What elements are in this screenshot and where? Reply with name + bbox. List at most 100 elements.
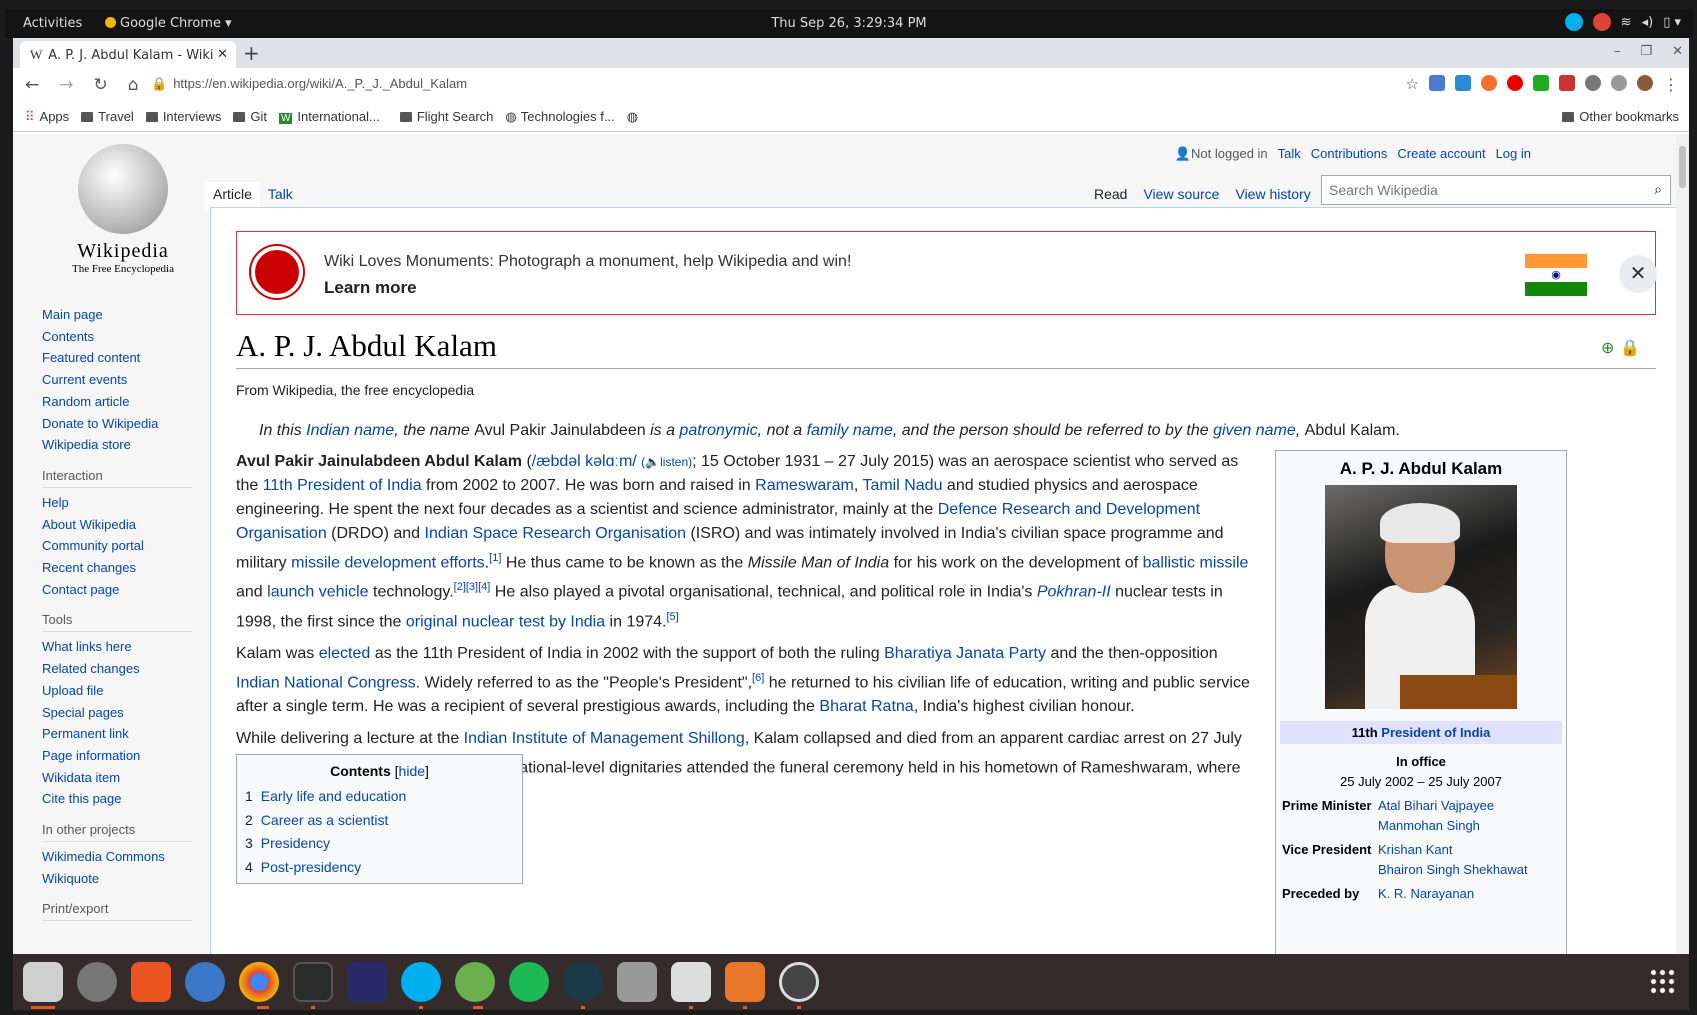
link[interactable]: Rameswaram (755, 477, 854, 494)
portrait-image[interactable] (1325, 485, 1517, 709)
contributions-link[interactable]: Contributions (1311, 146, 1388, 162)
person-link[interactable]: Krishan Kant (1378, 842, 1452, 857)
extension-icon[interactable] (1481, 75, 1497, 91)
extension-icon[interactable] (1611, 75, 1627, 91)
close-tab-icon[interactable]: ✕ (217, 47, 228, 62)
tab-read[interactable]: Read (1086, 182, 1135, 209)
toc-hide-link[interactable]: hide (399, 763, 425, 779)
nav-donate[interactable]: Donate to Wikipedia (42, 413, 212, 435)
link[interactable]: missile development efforts (291, 554, 485, 571)
nav-contents[interactable]: Contents (42, 326, 212, 348)
extension-icon[interactable] (1559, 75, 1575, 91)
link[interactable]: ballistic missile (1143, 554, 1249, 571)
nav-community-portal[interactable]: Community portal (42, 535, 212, 557)
link[interactable]: /æbdəl kəlɑːm/ (532, 453, 637, 470)
tab-view-source[interactable]: View source (1135, 182, 1227, 209)
link[interactable]: original nuclear test by India (406, 613, 605, 630)
send-icon[interactable] (509, 962, 549, 1002)
tool-related-changes[interactable]: Related changes (42, 658, 212, 680)
link[interactable]: Bharatiya Janata Party (884, 645, 1046, 662)
new-tab-button[interactable]: + (243, 41, 260, 65)
link[interactable]: Indian Institute of Management Shillong (464, 730, 745, 747)
link[interactable]: Defence Research and Development Organis… (236, 501, 1200, 542)
search-icon[interactable]: ⌕ (1654, 181, 1662, 198)
link[interactable]: 11th President of India (263, 477, 422, 494)
document-viewer-icon[interactable] (671, 962, 711, 1002)
extension-icon[interactable] (1533, 75, 1549, 91)
settings-tools-icon[interactable] (617, 962, 657, 1002)
scrollbar-thumb[interactable] (1679, 146, 1686, 188)
tool-page-information[interactable]: Page information (42, 745, 212, 767)
chrome-menu-icon[interactable]: ⋮ (1663, 75, 1679, 94)
bookmark-folder[interactable]: Interviews (145, 109, 221, 124)
tool-what-links-here[interactable]: What links here (42, 636, 212, 658)
toc-link[interactable]: Early life and education (261, 788, 407, 804)
link[interactable]: patronymic (679, 422, 757, 439)
terminal-icon[interactable] (293, 962, 333, 1002)
extension-icon[interactable] (1455, 75, 1471, 91)
link[interactable]: Indian name (306, 422, 394, 439)
person-link[interactable]: Bhairon Singh Shekhawat (1378, 862, 1528, 877)
link[interactable]: Tamil Nadu (862, 477, 942, 494)
link[interactable]: Indian Space Research Organisation (425, 525, 687, 542)
help-icon[interactable] (185, 962, 225, 1002)
bookmark-link[interactable]: W International... (278, 109, 380, 124)
nav-about[interactable]: About Wikipedia (42, 514, 212, 536)
bookmark-folder[interactable]: Flight Search (399, 109, 493, 124)
software-center-icon[interactable] (131, 962, 171, 1002)
chrome-dock-icon[interactable] (239, 962, 279, 1002)
search-input[interactable]: Search Wikipedia ⌕ (1321, 175, 1671, 205)
rhythmbox-icon[interactable] (77, 962, 117, 1002)
skype-tray-icon[interactable] (1564, 13, 1583, 31)
tab-talk[interactable]: Talk (259, 182, 301, 210)
chrome-tray-icon[interactable] (1592, 13, 1611, 31)
nav-contact[interactable]: Contact page (42, 579, 212, 601)
interaction-heading[interactable]: Interaction (42, 468, 192, 488)
clock[interactable]: Thu Sep 26, 3:29:34 PM (5, 16, 1693, 31)
toc-link[interactable]: Presidency (261, 835, 330, 851)
project-commons[interactable]: Wikimedia Commons (42, 846, 212, 868)
nav-random-article[interactable]: Random article (42, 391, 212, 413)
banner-learn-more[interactable]: Learn more (324, 278, 417, 298)
bookmark-link[interactable]: ◍ (627, 109, 638, 125)
gitkraken-icon[interactable] (563, 962, 603, 1002)
tool-permanent-link[interactable]: Permanent link (42, 723, 212, 745)
toc-item[interactable]: 2 Career as a scientist (245, 809, 514, 833)
tool-cite-page[interactable]: Cite this page (42, 788, 212, 810)
tool-special-pages[interactable]: Special pages (42, 702, 212, 724)
skype-dock-icon[interactable] (401, 962, 441, 1002)
projects-heading[interactable]: In other projects (42, 822, 192, 843)
bookmark-link[interactable]: ◍ Technologies f... (505, 109, 614, 125)
url-bar[interactable]: 🔒 https://en.wikipedia.org/wiki/A._P._J._… (143, 73, 1353, 97)
lock-icon[interactable]: 🔒 (1620, 338, 1640, 358)
extension-icon[interactable] (1585, 75, 1601, 91)
link[interactable]: Indian National Congress (236, 674, 416, 691)
tab-view-history[interactable]: View history (1227, 182, 1318, 209)
link[interactable]: Pokhran-II (1037, 584, 1111, 601)
print-heading[interactable]: Print/export (42, 901, 192, 922)
toc-link[interactable]: Post-presidency (261, 859, 361, 875)
toc-item[interactable]: 3 Presidency (245, 832, 514, 856)
banner-close-button[interactable]: ✕ (1619, 255, 1657, 293)
create-account-link[interactable]: Create account (1397, 146, 1485, 162)
nav-main-page[interactable]: Main page (42, 304, 212, 326)
good-article-icon[interactable]: ⊕ (1601, 338, 1614, 358)
nav-current-events[interactable]: Current events (42, 369, 212, 391)
link[interactable]: elected (319, 645, 371, 662)
impress-icon[interactable] (725, 962, 765, 1002)
show-applications-icon[interactable] (1649, 968, 1675, 994)
system-tray[interactable]: ≋ ◂) ▯ ▾ (1564, 13, 1681, 31)
restore-icon[interactable]: ❐ (1640, 44, 1652, 59)
bookmark-apps[interactable]: ⠿ Apps (25, 109, 69, 125)
nav-help[interactable]: Help (42, 492, 212, 514)
toc-item[interactable]: 4 Post-presidency (245, 856, 514, 880)
person-link[interactable]: K. R. Narayanan (1378, 886, 1474, 901)
toc-item[interactable]: 1 Early life and education (245, 785, 514, 809)
close-window-icon[interactable]: ✕ (1672, 44, 1683, 59)
tools-heading[interactable]: Tools (42, 612, 192, 633)
updater-icon[interactable] (779, 962, 819, 1002)
link[interactable]: launch vehicle (267, 584, 368, 601)
project-wikiquote[interactable]: Wikiquote (42, 868, 212, 890)
texmaker-icon[interactable] (347, 962, 387, 1002)
nav-featured-content[interactable]: Featured content (42, 347, 212, 369)
